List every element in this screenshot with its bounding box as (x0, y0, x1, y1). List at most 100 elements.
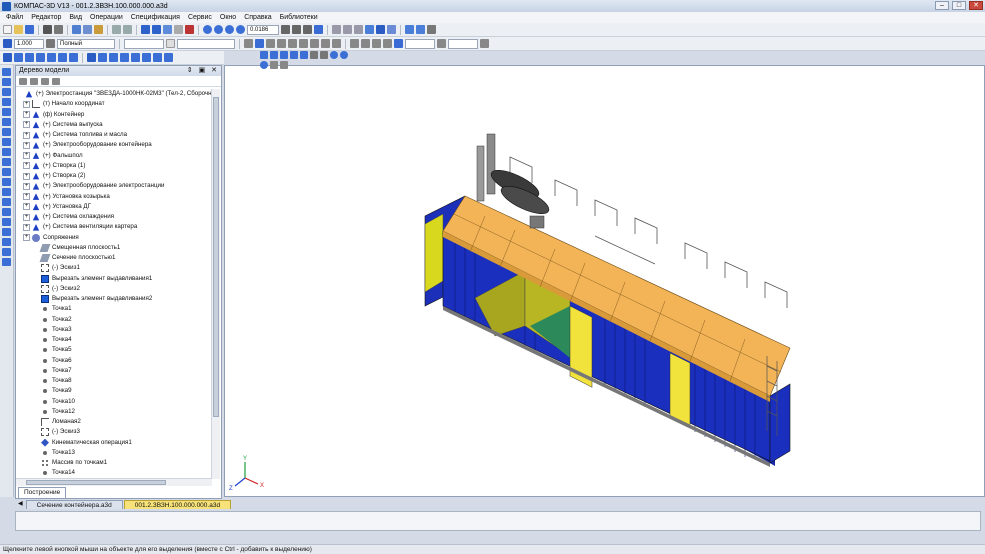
cursor-icon[interactable] (166, 39, 175, 48)
layer-icon[interactable] (46, 39, 55, 48)
menu-libraries[interactable]: Библиотеки (276, 14, 322, 21)
tree-item[interactable]: + Сопряжения (16, 233, 211, 243)
style-icon[interactable] (361, 39, 370, 48)
zoom-field[interactable]: 0.0186 (247, 24, 279, 35)
parameters-icon[interactable] (299, 39, 308, 48)
wireframe-icon[interactable] (332, 25, 341, 34)
tree-item[interactable]: Точка2 (16, 315, 211, 325)
undo-icon[interactable] (112, 25, 121, 34)
menu-operations[interactable]: Операции (86, 14, 127, 21)
library-icon[interactable] (152, 25, 161, 34)
tree-item[interactable]: Точка1 (16, 304, 211, 314)
tree-item[interactable]: (+) Электростанция "ЗВЕЗДА-1000НК-02М3" … (16, 89, 211, 99)
view-pan-icon[interactable] (280, 61, 288, 69)
document-tab-section[interactable]: Сечение контейнера.a3d (25, 500, 123, 509)
empty-field-3[interactable] (405, 38, 435, 49)
empty-field-4[interactable] (448, 38, 478, 49)
scale-field[interactable]: 1.000 (14, 38, 44, 49)
tree-item[interactable]: Точка9 (16, 386, 211, 396)
options-icon[interactable] (480, 39, 489, 48)
tree-item[interactable]: + (+) Установка козырька (16, 192, 211, 202)
tree-item[interactable]: Точка13 (16, 448, 211, 458)
tree-item[interactable]: + (ф) Контейнер (16, 110, 211, 120)
shaded-icon[interactable] (365, 25, 374, 34)
tree-item[interactable]: + (+) Установка ДГ (16, 202, 211, 212)
tree-item[interactable]: (-) Эскиз3 (16, 427, 211, 437)
view-right-icon[interactable] (300, 51, 308, 59)
loft-icon[interactable] (131, 53, 140, 62)
color-icon[interactable] (372, 39, 381, 48)
pan-icon[interactable] (281, 25, 290, 34)
sketch-icon[interactable] (87, 53, 96, 62)
menu-specification[interactable]: Спецификация (127, 14, 184, 21)
help-icon[interactable] (185, 25, 194, 34)
tree-item[interactable]: (-) Эскиз1 (16, 263, 211, 273)
grid-icon[interactable] (244, 39, 253, 48)
empty-field-1[interactable] (124, 38, 164, 49)
variables-icon[interactable] (163, 25, 172, 34)
menu-view[interactable]: Вид (65, 14, 86, 21)
measurements-icon[interactable] (2, 148, 11, 156)
print-icon[interactable] (43, 25, 52, 34)
tree-item[interactable]: + (т) Начало координат (16, 99, 211, 109)
perspective-icon[interactable] (387, 25, 396, 34)
expand-toggle-icon[interactable]: + (23, 111, 30, 119)
tree-item[interactable]: + (+) Створка (1) (16, 161, 211, 171)
tree-item[interactable]: Сечение плоскостью1 (16, 253, 211, 263)
tree-item[interactable]: + (+) Система охлаждения (16, 212, 211, 222)
view-mode-select[interactable]: Полный (57, 38, 115, 49)
tree-filter-icon[interactable] (41, 77, 49, 85)
save-icon[interactable] (25, 25, 34, 34)
layers-icon[interactable] (277, 39, 286, 48)
tree-vertical-scrollbar[interactable] (211, 89, 220, 479)
model-viewport[interactable]: Y X Z (224, 65, 985, 497)
zoom-icon[interactable] (332, 39, 341, 48)
designations-icon[interactable] (2, 128, 11, 136)
plane-icon[interactable] (255, 39, 264, 48)
elements-icon[interactable] (2, 188, 11, 196)
reports-icon[interactable] (2, 178, 11, 186)
snap-icon[interactable] (427, 25, 436, 34)
display-icon[interactable] (310, 39, 319, 48)
tree-scroll-thumb[interactable] (213, 97, 219, 417)
pipeline-icon[interactable] (2, 208, 11, 216)
orientation-icon[interactable] (314, 25, 323, 34)
tab-construction[interactable]: Построение (18, 487, 67, 498)
tree-item[interactable]: + (+) Система выпуска (16, 120, 211, 130)
preview-icon[interactable] (54, 25, 63, 34)
view-zoom-icon[interactable] (330, 51, 338, 59)
rotate-icon[interactable] (292, 25, 301, 34)
expand-toggle-icon[interactable]: + (23, 100, 30, 108)
tab-scroll-left-icon[interactable]: ◀ (15, 500, 26, 509)
tree-item[interactable]: + (+) Фальшпол (16, 151, 211, 161)
new-icon[interactable] (3, 25, 12, 34)
rebuild-icon[interactable] (394, 39, 403, 48)
tree-item[interactable]: + (+) Система вентиляции картера (16, 222, 211, 232)
tree-item[interactable]: (-) Эскиз2 (16, 284, 211, 294)
valves-icon[interactable] (2, 258, 11, 266)
create-part-icon[interactable] (25, 53, 34, 62)
gear-icon[interactable] (350, 39, 359, 48)
edit-icon[interactable] (288, 39, 297, 48)
tree-view-icon[interactable] (52, 77, 60, 85)
expand-toggle-icon[interactable]: + (23, 172, 30, 180)
sheet-metal-icon[interactable] (2, 198, 11, 206)
chamfer-icon[interactable] (164, 53, 173, 62)
cut-icon[interactable] (72, 25, 81, 34)
tree-item[interactable]: + (+) Электрооборудование электростанции (16, 181, 211, 191)
tree-item[interactable]: Точка5 (16, 345, 211, 355)
menu-service[interactable]: Сервис (184, 14, 216, 21)
electric-icon[interactable] (2, 228, 11, 236)
filters-icon[interactable] (2, 158, 11, 166)
empty-field-2[interactable] (177, 38, 235, 49)
tree-item[interactable]: Точка10 (16, 397, 211, 407)
fasteners-icon[interactable] (2, 238, 11, 246)
shaded-edges-icon[interactable] (376, 25, 385, 34)
tree-item[interactable]: Точка8 (16, 376, 211, 386)
expand-toggle-icon[interactable]: + (23, 213, 30, 221)
zoom-in-icon[interactable] (214, 25, 223, 34)
tree-item[interactable]: Точка12 (16, 407, 211, 417)
view-zoom-in-icon[interactable] (340, 51, 348, 59)
create-subassembly-icon[interactable] (36, 53, 45, 62)
tree-item[interactable]: Точка4 (16, 335, 211, 345)
